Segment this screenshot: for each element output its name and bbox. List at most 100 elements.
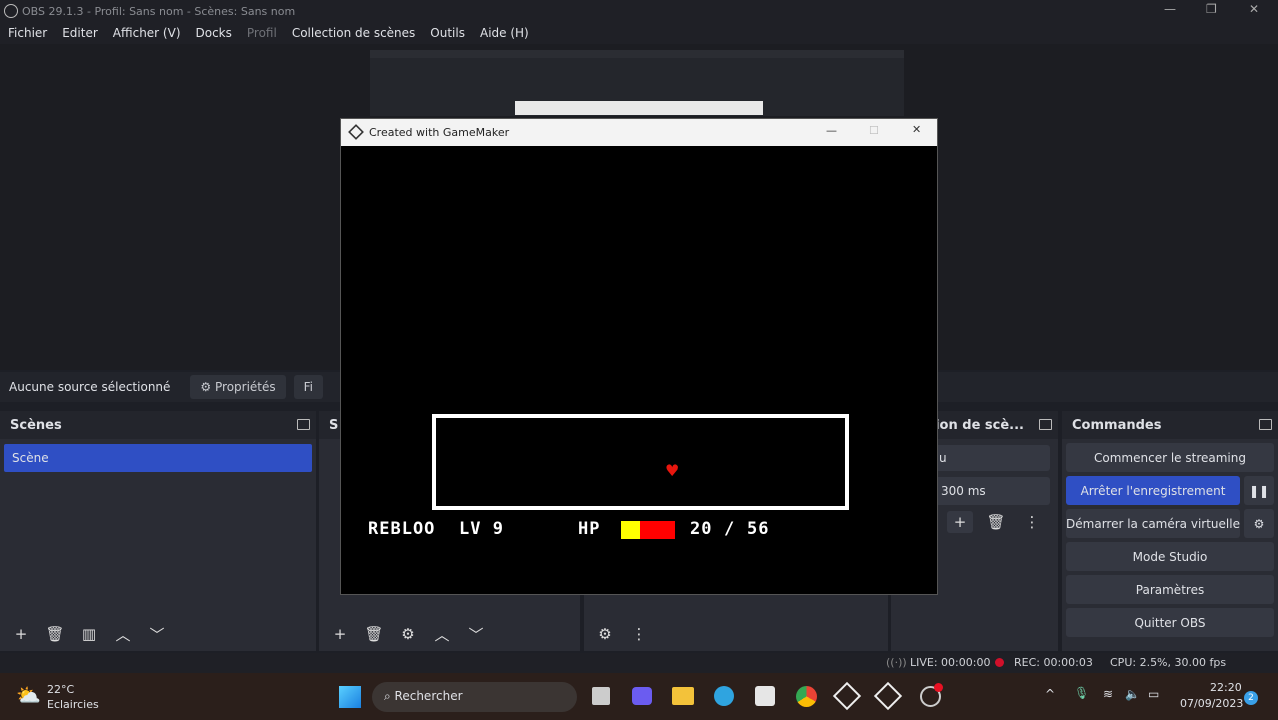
maximize-button[interactable]: ❐ [1206, 2, 1217, 16]
audio-settings-icon[interactable]: ⚙ [592, 623, 618, 645]
gear-icon[interactable]: ⚙ [395, 623, 421, 645]
battery-icon[interactable]: ▭ [1148, 687, 1159, 701]
close-button[interactable]: ✕ [912, 123, 921, 136]
battle-box [432, 414, 849, 510]
gamemaker-icon[interactable] [832, 681, 862, 711]
search-box[interactable]: ⌕ Rechercher [372, 682, 577, 712]
weather-text[interactable]: Eclaircies [47, 698, 99, 711]
recursive-preview [370, 50, 904, 116]
menu-fichier[interactable]: Fichier [8, 26, 47, 40]
hp-max: 56 [747, 519, 770, 539]
temperature: 22°C [47, 683, 75, 696]
settings-button[interactable]: Paramètres [1066, 575, 1274, 604]
hp-bar-fill [621, 521, 641, 539]
status-bar: ((·)) LIVE: 00:00:00 REC: 00:00:03 CPU: … [0, 653, 1278, 673]
task-view-icon[interactable] [592, 687, 610, 705]
add-icon[interactable]: + [947, 511, 973, 533]
edge-icon[interactable] [714, 686, 734, 706]
up-icon[interactable]: ︿ [429, 623, 455, 645]
gamemaker-game-icon[interactable] [873, 681, 903, 711]
menu-profil[interactable]: Profil [247, 26, 277, 40]
window-title: OBS 29.1.3 - Profil: Sans nom - Scènes: … [22, 4, 296, 18]
teams-icon[interactable] [632, 687, 652, 705]
properties-button[interactable]: ⚙ Propriétés [190, 375, 286, 399]
cpu-fps: CPU: 2.5%, 30.00 fps [1110, 656, 1227, 669]
file-explorer-icon[interactable] [672, 687, 694, 705]
game-window-title: Created with GameMaker [369, 126, 510, 139]
recording-badge [934, 683, 943, 692]
add-icon[interactable]: + [8, 623, 34, 645]
add-icon[interactable]: + [327, 623, 353, 645]
volume-icon[interactable]: 🔈 [1125, 687, 1140, 701]
menu-collection[interactable]: Collection de scènes [292, 26, 415, 40]
menu-afficher[interactable]: Afficher (V) [113, 26, 181, 40]
studio-mode-button[interactable]: Mode Studio [1066, 542, 1274, 571]
menu-docks[interactable]: Docks [196, 26, 232, 40]
search-icon: ⌕ [384, 689, 395, 703]
rec-dot-icon [995, 658, 1004, 667]
weather-icon: ⛅ [16, 683, 41, 707]
trash-icon[interactable]: 🗑 [983, 511, 1009, 533]
undock-icon[interactable] [1039, 419, 1052, 430]
game-window[interactable]: Created with GameMaker — ☐ ✕ ♥ REBLOO LV… [340, 118, 938, 595]
chevron-up-icon[interactable]: ^ [1045, 687, 1055, 701]
taskbar: ⛅ 22°C Eclaircies ⌕ Rechercher ^ 🎙 ≋ 🔈 ▭… [0, 673, 1278, 720]
gear-icon[interactable]: ⚙ [1244, 509, 1274, 538]
menu-dots-icon[interactable]: ⋮ [1019, 511, 1045, 533]
stop-recording-button[interactable]: Arrêter l'enregistrement [1066, 476, 1240, 505]
menu-editer[interactable]: Editer [62, 26, 98, 40]
scenes-dock: Scènes Scène + 🗑 ▥ ︿ ﹀ [0, 411, 316, 651]
trash-icon[interactable]: 🗑 [361, 623, 387, 645]
maximize-button[interactable]: ☐ [869, 124, 879, 137]
store-icon[interactable] [755, 686, 775, 706]
up-icon[interactable]: ︿ [110, 623, 136, 645]
game-title-bar: Created with GameMaker — ☐ ✕ [341, 119, 937, 146]
soul-heart-icon[interactable]: ♥ [665, 461, 679, 480]
minimize-button[interactable]: — [1164, 2, 1176, 16]
minimize-button[interactable]: — [826, 124, 837, 137]
player-level: LV 9 [459, 519, 504, 539]
network-icon: ((·)) [886, 656, 907, 669]
clock-time[interactable]: 22:20 [1210, 681, 1242, 694]
hp-label: HP [578, 519, 601, 539]
undock-icon[interactable] [297, 419, 310, 430]
obs-logo-icon [4, 4, 18, 18]
rec-time: REC: 00:00:03 [1014, 656, 1093, 669]
down-icon[interactable]: ﹀ [144, 623, 170, 645]
no-source-label: Aucune source sélectionné [9, 380, 171, 394]
sources-title: S [329, 417, 339, 433]
live-time: LIVE: 00:00:00 [910, 656, 991, 669]
hp-separator: / [724, 519, 736, 539]
undock-icon[interactable] [1259, 419, 1272, 430]
filters-button[interactable]: Fi [293, 375, 324, 399]
close-button[interactable]: ✕ [1249, 2, 1259, 16]
duration-spinbox[interactable]: 300 ms [931, 477, 1050, 505]
hp-current: 20 [690, 519, 713, 539]
player-name: REBLOO [368, 519, 436, 539]
start-streaming-button[interactable]: Commencer le streaming [1066, 443, 1274, 472]
scene-item[interactable]: Scène [4, 444, 312, 472]
chrome-icon[interactable] [796, 686, 817, 707]
clock-date[interactable]: 07/09/2023 [1180, 697, 1243, 710]
gamemaker-icon [348, 124, 364, 140]
filter-icon[interactable]: ▥ [76, 623, 102, 645]
menu-dots-icon[interactable]: ⋮ [626, 623, 652, 645]
menu-aide[interactable]: Aide (H) [480, 26, 529, 40]
pause-icon[interactable]: ❚❚ [1244, 476, 1274, 505]
windows-start-icon[interactable] [339, 686, 361, 708]
menu-bar: Fichier Editer Afficher (V) Docks Profil… [0, 22, 1278, 44]
controls-dock: Commandes Commencer le streaming Arrêter… [1062, 411, 1278, 651]
gear-icon: ⚙ [200, 380, 215, 394]
hp-bar [621, 521, 675, 539]
title-bar: OBS 29.1.3 - Profil: Sans nom - Scènes: … [0, 0, 1278, 22]
notification-badge[interactable]: 2 [1244, 691, 1258, 705]
down-icon[interactable]: ﹀ [463, 623, 489, 645]
virtual-camera-button[interactable]: Démarrer la caméra virtuelle [1066, 509, 1240, 538]
wifi-icon[interactable]: ≋ [1103, 687, 1113, 701]
trash-icon[interactable]: 🗑 [42, 623, 68, 645]
transition-select[interactable]: u [931, 445, 1050, 471]
exit-button[interactable]: Quitter OBS [1066, 608, 1274, 637]
menu-outils[interactable]: Outils [430, 26, 465, 40]
transitions-title: ition de scè... [924, 417, 1024, 433]
microphone-icon[interactable]: 🎙 [1074, 686, 1089, 700]
